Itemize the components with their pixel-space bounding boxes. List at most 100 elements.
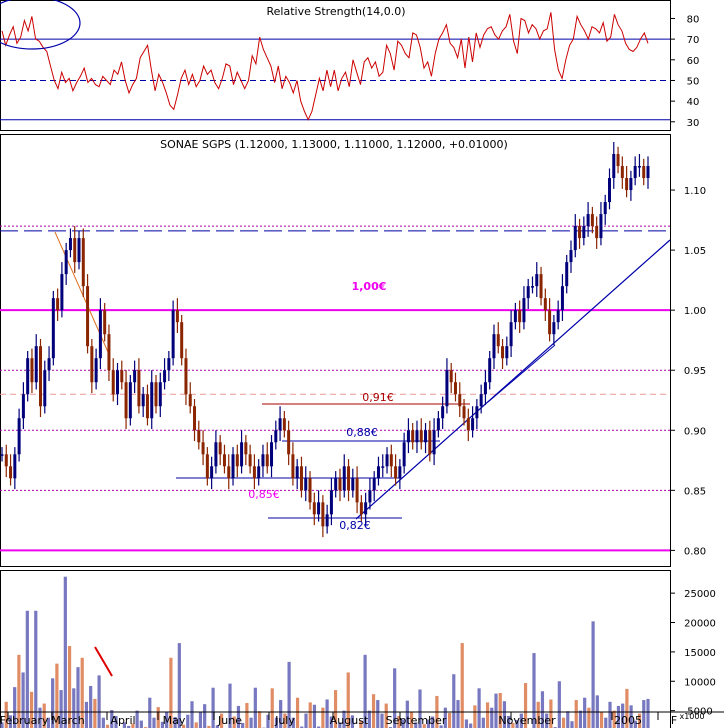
ohlc-bar [244, 435, 248, 466]
ohlc-bar [338, 468, 342, 502]
volume-bar [599, 712, 604, 728]
volume-bar [312, 704, 317, 728]
ohlc-bar-body [201, 442, 205, 455]
volume-bar [608, 701, 612, 728]
ohlc-bar-body [565, 262, 569, 287]
volume-trend-line [94, 646, 113, 677]
ohlc-bar [193, 399, 197, 442]
ohlc-bar-body [145, 394, 149, 419]
ohlc-bar-body [184, 358, 188, 395]
volume-bar [456, 700, 460, 728]
ohlc-bar-body [466, 418, 470, 431]
ohlc-bar-body [188, 394, 192, 407]
volume-tick-label: 20000 [684, 619, 716, 630]
ohlc-bar-body [51, 298, 55, 359]
ohlc-bar-body [231, 454, 235, 479]
ohlc-bar-body [501, 346, 505, 359]
indicator-y-axis: 30 40 50 60 70 80 [670, 14, 700, 129]
ohlc-bar-body [543, 298, 547, 311]
ohlc-bar-body [111, 370, 115, 395]
ohlc-bar [163, 358, 167, 390]
ohlc-bar-body [26, 358, 30, 395]
ohlc-bar-body [637, 166, 641, 168]
ohlc-bar-body [338, 478, 342, 491]
ohlc-bar-body [257, 466, 261, 479]
ohlc-bar [64, 242, 68, 285]
ohlc-bar [158, 372, 162, 418]
ohlc-bar-body [530, 286, 534, 288]
price-title: SONAE SGPS (1.12000, 1.13000, 1.11000, 1… [160, 138, 508, 151]
volume-bar [25, 610, 29, 728]
price-tick-label: 1.05 [684, 246, 706, 257]
ohlc-bar-body [389, 454, 393, 467]
ohlc-bar-body [462, 406, 466, 419]
ohlc-bar [137, 358, 141, 414]
ohlc-bar [625, 166, 629, 198]
ohlc-bar [304, 466, 308, 502]
ohlc-bar-body [578, 226, 582, 239]
ohlc-bar [111, 358, 115, 402]
volume-bar [473, 705, 477, 728]
ohlc-bar [539, 266, 543, 306]
ohlc-bar-body [265, 454, 269, 467]
volume-bar [308, 702, 312, 728]
ohlc-bar [530, 276, 534, 294]
indicator-tick-label: 30 [687, 118, 700, 129]
ohlc-bar-body [47, 358, 51, 371]
price-y-axis: 0.80 0.85 0.90 0.95 1.00 1.05 1.10 [670, 186, 706, 557]
price-tick-label: 0.95 [684, 366, 706, 377]
ohlc-bar-body [0, 454, 4, 456]
ohlc-bar-body [642, 166, 646, 179]
ohlc-bar [30, 348, 34, 394]
volume-bar [574, 700, 578, 728]
ohlc-bar [607, 168, 611, 210]
ohlc-bar [205, 447, 209, 486]
ohlc-bar-body [64, 250, 68, 275]
ohlc-bar-body [509, 322, 513, 347]
ohlc-bar [218, 435, 222, 466]
ohlc-bar-body [291, 454, 295, 479]
ohlc-bar [9, 454, 13, 486]
ohlc-bar [646, 156, 650, 189]
ohlc-bar [299, 456, 303, 498]
ohlc-bar-body [261, 454, 265, 467]
ohlc-bar-body [4, 454, 8, 467]
ohlc-bar-body [227, 466, 231, 479]
ohlc-bar-body [646, 166, 650, 179]
volume-bar [139, 720, 143, 728]
ohlc-bar [449, 363, 453, 394]
ohlc-bar [620, 156, 624, 189]
ohlc-bar-body [43, 370, 47, 407]
ohlc-bar-body [394, 466, 398, 479]
ohlc-bar-body [56, 298, 60, 311]
x-axis-tick-label: November [498, 714, 556, 727]
volume-tick-label: 10000 [684, 677, 716, 688]
volume-bar [253, 687, 257, 728]
ohlc-bar [513, 302, 517, 330]
ohlc-bar-body [244, 442, 248, 455]
ohlc-bar-body [359, 502, 363, 515]
ohlc-bar-body [548, 310, 552, 335]
ohlc-bar-body [633, 166, 637, 179]
ohlc-bar-body [424, 430, 428, 443]
volume-bar [295, 697, 300, 728]
ohlc-bar-body [402, 442, 406, 467]
ohlc-bar [73, 226, 77, 273]
ohlc-bar-body [582, 226, 586, 239]
volume-bar [270, 688, 274, 728]
ohlc-bar [257, 459, 261, 486]
ohlc-bar [98, 298, 102, 370]
ohlc-bar [501, 338, 505, 370]
ohlc-bar-body [34, 346, 38, 383]
ohlc-bar [197, 420, 201, 450]
ohlc-bar-body [475, 406, 479, 419]
ohlc-bar [231, 447, 235, 486]
ohlc-bar-body [124, 382, 128, 419]
ohlc-bar-body [552, 322, 556, 335]
ohlc-bar-body [569, 250, 573, 263]
volume-bar [583, 697, 587, 728]
ohlc-bar [261, 444, 265, 478]
ohlc-bar-body [612, 154, 616, 179]
ohlc-bar [436, 411, 440, 438]
ohlc-bar [496, 322, 500, 354]
